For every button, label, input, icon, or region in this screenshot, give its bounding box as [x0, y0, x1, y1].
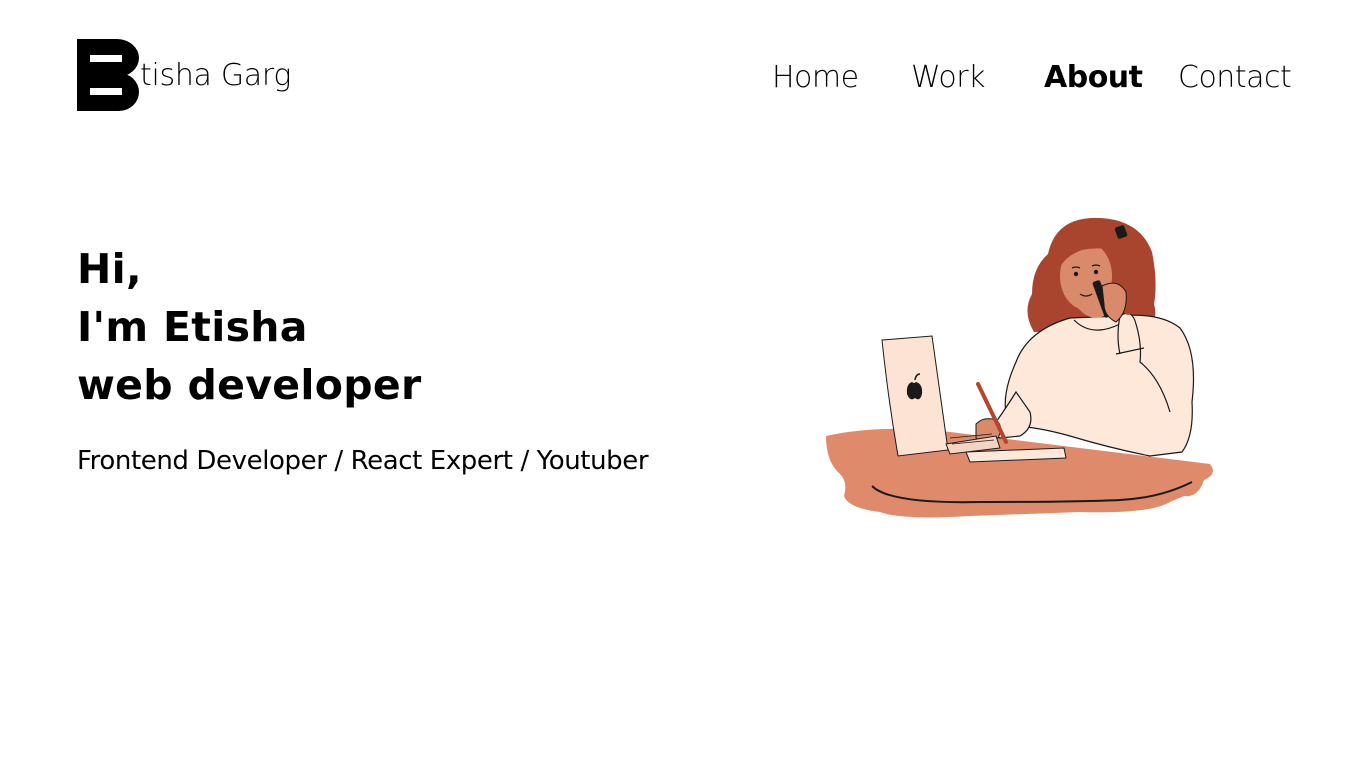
- hero-subtitle: Frontend Developer / React Expert / Yout…: [77, 446, 649, 476]
- logo-e-icon: [77, 39, 139, 111]
- logo-text: tisha Garg: [140, 58, 292, 93]
- hero-line-greeting: Hi,: [77, 245, 142, 293]
- hero-line-name: I'm Etisha: [77, 303, 308, 351]
- nav-contact[interactable]: Contact: [1178, 58, 1292, 98]
- logo-link[interactable]: tisha Garg: [77, 39, 291, 111]
- woman-at-laptop-illustration-icon: [826, 217, 1213, 518]
- nav-work[interactable]: Work: [911, 58, 985, 98]
- page: tisha Garg Home Work About Contact Hi, I…: [0, 0, 1366, 768]
- nav-home[interactable]: Home: [772, 58, 859, 98]
- hero-title: Hi, I'm Etisha web developer: [77, 240, 422, 414]
- hero-line-role: web developer: [77, 361, 422, 409]
- nav-about[interactable]: About: [1044, 58, 1143, 98]
